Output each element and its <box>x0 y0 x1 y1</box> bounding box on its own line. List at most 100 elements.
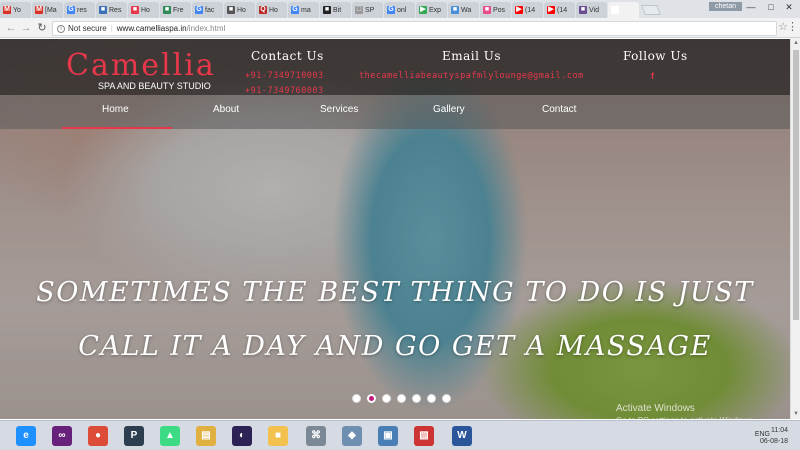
app-icon[interactable]: ◆ <box>342 426 362 446</box>
google-icon: G <box>67 6 75 14</box>
page-scrollbar[interactable]: ▲ ▼ <box>790 38 800 419</box>
browser-tab-label: SP <box>365 6 375 14</box>
carousel-dot[interactable] <box>397 394 406 403</box>
google-icon: G <box>387 6 395 14</box>
system-clock[interactable]: 11:04 06-08-18 <box>760 425 788 447</box>
info-icon[interactable]: i <box>57 24 65 33</box>
browser-tab[interactable]: Q Ho <box>256 2 287 18</box>
browser-tab[interactable]: ▶ (14 <box>512 2 543 18</box>
folder-icon[interactable]: ■ <box>268 426 288 446</box>
phone-2[interactable]: +91-7349760003 <box>245 86 324 96</box>
profile-name[interactable]: chetan <box>708 2 742 11</box>
facebook-icon[interactable]: f <box>651 71 654 81</box>
scroll-thumb[interactable] <box>793 50 799 320</box>
address-bar: ← → ↻ i Not secure | www.camelliaspa.in/ind… <box>0 18 800 38</box>
hero-headline-line-2: CALL IT A DAY AND GO GET A MASSAGE <box>78 331 712 362</box>
carousel-dot[interactable] <box>382 394 391 403</box>
browser-tab[interactable]: ■ Ho <box>224 2 255 18</box>
browser-tab[interactable]: M Yo <box>0 2 31 18</box>
scroll-down-icon[interactable]: ▼ <box>791 409 800 419</box>
maximize-button[interactable]: □ <box>762 0 780 16</box>
browser-tab-label: (14 <box>525 6 536 14</box>
browser-menu-icon[interactable]: ⋮ <box>787 20 798 33</box>
new-tab-button[interactable] <box>641 5 661 15</box>
nav-contact[interactable]: Contact <box>542 104 576 115</box>
browser-tab[interactable]: ■ Wa <box>448 2 479 18</box>
network-icon[interactable]: ⌘ <box>306 426 326 446</box>
activation-watermark-title: Activate Windows <box>616 403 695 414</box>
browser-tab[interactable]: M [Ma <box>32 2 63 18</box>
page-icon: ■ <box>131 6 139 14</box>
nav-about[interactable]: About <box>213 104 239 115</box>
google-icon: G <box>195 6 203 14</box>
browser-tab[interactable]: ■ Res <box>96 2 127 18</box>
email-heading: Email Us <box>442 49 502 63</box>
blank-page-icon <box>611 6 619 14</box>
browser-tab-label: ma <box>301 6 311 14</box>
browser-tab[interactable] <box>608 2 639 18</box>
browser-tab[interactable]: ▶ (14 <box>544 2 575 18</box>
browser-tab-label: res <box>77 6 87 14</box>
browser-tab[interactable]: ■ Fre <box>160 2 191 18</box>
pgadmin-icon[interactable]: P <box>124 426 144 446</box>
file-explorer-icon[interactable]: ▤ <box>196 426 216 446</box>
page-viewport: Camellia SPA AND BEAUTY STUDIO Contact U… <box>0 39 790 419</box>
browser-tab-label: onl <box>397 6 407 14</box>
carousel-dot[interactable] <box>352 394 361 403</box>
browser-tab[interactable]: Gres <box>64 2 95 18</box>
browser-tab-label: Ho <box>141 6 150 14</box>
url-host: www.camelliaspa.in <box>116 24 187 33</box>
browser-tab-label: Exp <box>429 6 442 14</box>
browser-tab[interactable]: □ SP <box>352 2 383 18</box>
gmail-icon: M <box>35 6 43 14</box>
carousel-dot[interactable] <box>442 394 451 403</box>
site-tagline: SPA AND BEAUTY STUDIO <box>98 81 211 91</box>
browser-tab[interactable]: Gonl <box>384 2 415 18</box>
browser-tab[interactable]: ■ Bit <box>320 2 351 18</box>
word-icon[interactable]: W <box>452 426 472 446</box>
page-icon: □ <box>355 6 363 14</box>
clock-time: 11:04 <box>771 427 788 434</box>
visual-studio-icon[interactable]: ∞ <box>52 426 72 446</box>
carousel-indicators <box>352 394 451 403</box>
paint-icon[interactable]: ▧ <box>414 426 434 446</box>
page-icon: ■ <box>99 6 107 14</box>
back-button[interactable]: ← <box>4 20 18 36</box>
browser-tab-label: Vid <box>589 6 599 14</box>
browser-tab[interactable]: ■ Pos <box>480 2 511 18</box>
nav-home[interactable]: Home <box>102 104 129 115</box>
browser-tab[interactable]: Gfac <box>192 2 223 18</box>
browser-tab[interactable]: ■ Ho <box>128 2 159 18</box>
reload-button[interactable]: ↻ <box>35 20 49 36</box>
phone-1[interactable]: +91-7349710003 <box>245 71 324 81</box>
play-icon: ▶ <box>419 6 427 14</box>
close-window-button[interactable]: ✕ <box>780 0 798 16</box>
eclipse-icon[interactable]: ◐ <box>232 426 252 446</box>
page-icon: ■ <box>227 6 235 14</box>
site-logo[interactable]: Camellia <box>66 48 216 83</box>
browser-tab-label: Res <box>109 6 122 14</box>
browser-tab[interactable]: Gma <box>288 2 319 18</box>
ie-icon[interactable]: e <box>16 426 36 446</box>
carousel-dot[interactable] <box>427 394 436 403</box>
minimize-button[interactable]: — <box>742 0 760 16</box>
page-icon: ■ <box>579 6 587 14</box>
carousel-dot[interactable] <box>412 394 421 403</box>
android-studio-icon[interactable]: ▲ <box>160 426 180 446</box>
nav-active-indicator <box>62 127 172 129</box>
browser-tab[interactable]: ▶ Exp <box>416 2 447 18</box>
url-input[interactable]: i Not secure | www.camelliaspa.in/index.htm… <box>52 21 777 36</box>
forward-button[interactable]: → <box>19 20 33 36</box>
nav-gallery[interactable]: Gallery <box>433 104 465 115</box>
nav-services[interactable]: Services <box>320 104 358 115</box>
scroll-up-icon[interactable]: ▲ <box>791 38 800 48</box>
taskbar: ENG 11:04 06-08-18 e ∞ ● P ▲ ▤ ◐ ■ ⌘ ◆ ▣ ▧ W <box>0 420 800 450</box>
photos-icon[interactable]: ▣ <box>378 426 398 446</box>
chrome-icon[interactable]: ● <box>88 426 108 446</box>
tab-strip: M Yo M [Ma Gres ■ Res ■ Ho ■ Fre Gfac ■ Ho Q Ho Gma ■ Bit □… <box>0 0 800 18</box>
browser-tab[interactable]: ■ Vid <box>576 2 607 18</box>
email-link[interactable]: thecamelliabeautyspafmlylounge@gmail.com <box>359 71 584 81</box>
carousel-dot[interactable] <box>367 394 376 403</box>
browser-tab-label: Wa <box>461 6 472 14</box>
youtube-icon: ▶ <box>547 6 555 14</box>
